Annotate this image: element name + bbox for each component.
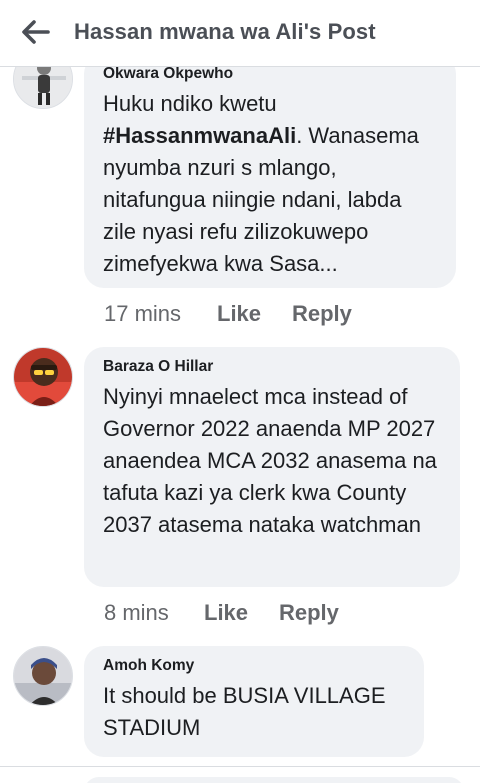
comment-text: Huku ndiko kwetu #HassanmwanaAli. Wanase…: [103, 88, 436, 280]
avatar[interactable]: [13, 646, 73, 706]
like-button[interactable]: Like: [204, 600, 248, 626]
header-bar: Hassan mwana wa Ali's Post: [0, 0, 480, 67]
comments-feed: Okwara Okpewho Huku ndiko kwetu #Hassanm…: [0, 0, 480, 783]
comment-author[interactable]: Amoh Komy: [103, 656, 404, 676]
like-button[interactable]: Like: [217, 301, 261, 327]
arrow-left-icon: [22, 20, 50, 44]
comment-bubble: Okwara Okpewho Huku ndiko kwetu #Hassanm…: [84, 54, 456, 288]
comment-text-start: Huku ndiko kwetu: [103, 91, 277, 116]
comment-time[interactable]: 8 mins: [104, 600, 169, 626]
back-button[interactable]: [20, 16, 54, 48]
comment-time[interactable]: 17 mins: [104, 301, 181, 327]
page-title: Hassan mwana wa Ali's Post: [74, 19, 376, 44]
comment-bubble: Baraza O Hillar Nyinyi mnaelect mca inst…: [84, 347, 460, 587]
comment-bubble: Amoh Komy It should be BUSIA VILLAGE STA…: [84, 646, 424, 757]
divider: [0, 766, 480, 767]
comment-text: It should be BUSIA VILLAGE STADIUM: [103, 683, 386, 740]
comment-bubble: [84, 777, 464, 783]
reply-button[interactable]: Reply: [279, 600, 339, 626]
comment-author[interactable]: Baraza O Hillar: [103, 357, 440, 377]
comment-text: Nyinyi mnaelect mca instead of Governor …: [103, 384, 437, 537]
reply-button[interactable]: Reply: [292, 301, 352, 327]
hashtag-link[interactable]: #HassanmwanaAli: [103, 123, 296, 148]
comment-author[interactable]: Okwara Okpewho: [103, 64, 436, 84]
avatar[interactable]: [13, 347, 73, 407]
